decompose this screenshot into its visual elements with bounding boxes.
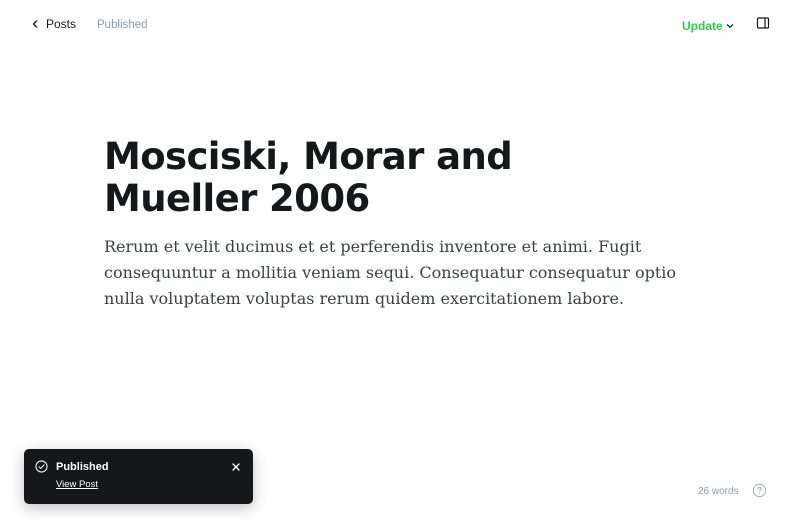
update-button[interactable]: Update	[682, 19, 734, 33]
back-label: Posts	[46, 17, 77, 31]
toast-close-button[interactable]	[229, 460, 243, 474]
close-icon	[232, 463, 240, 471]
sidebar-toggle-icon[interactable]	[756, 16, 770, 30]
post-title[interactable]: Mosciski, Morar and Mueller 2006	[104, 136, 664, 220]
help-icon[interactable]	[752, 483, 767, 498]
toast-title: Published	[56, 461, 109, 473]
editor-header: Posts Published Update	[0, 0, 800, 52]
view-post-link[interactable]: View Post	[56, 479, 98, 490]
back-to-posts-link[interactable]: Posts	[30, 17, 76, 31]
published-toast: Published View Post	[24, 449, 253, 504]
post-body[interactable]: Rerum et velit ducimus et et perferendis…	[104, 234, 704, 312]
post-editor: Posts Published Update Mosciski, Morar a…	[0, 0, 800, 528]
check-circle-icon	[35, 460, 48, 473]
post-status: Published	[97, 19, 148, 31]
chevron-left-icon	[32, 20, 38, 28]
chevron-down-icon	[726, 24, 733, 28]
word-count: 26 words	[698, 486, 739, 497]
update-label: Update	[682, 19, 723, 33]
